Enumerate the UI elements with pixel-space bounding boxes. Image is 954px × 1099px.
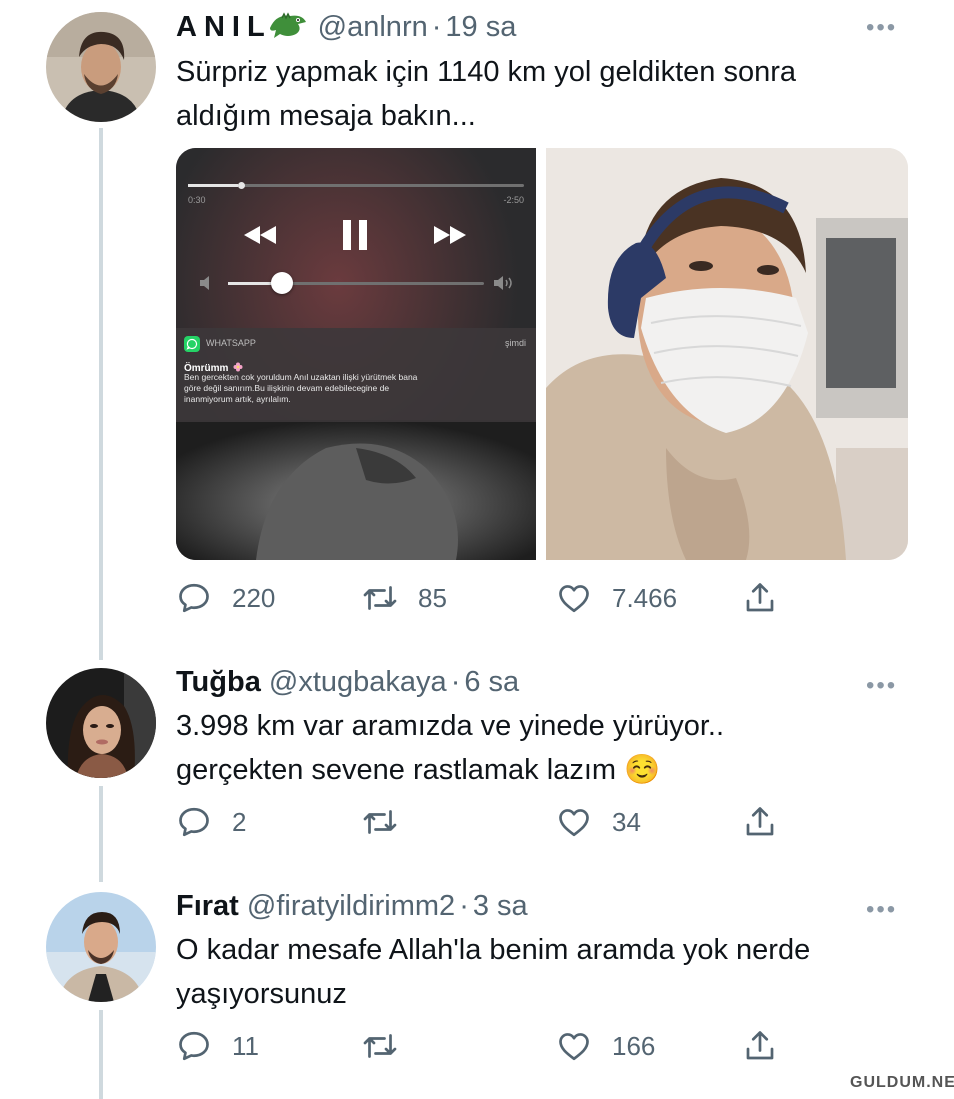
- notification-app: WHATSAPP: [206, 338, 256, 348]
- elapsed-time: 0:30: [188, 195, 206, 205]
- progress-track[interactable]: [188, 182, 524, 189]
- reply-icon: [179, 1031, 209, 1061]
- reply-count: 11: [232, 1030, 259, 1061]
- reply-button[interactable]: 11: [176, 1028, 259, 1064]
- retweet-button[interactable]: 85: [362, 580, 447, 616]
- media-photo[interactable]: [546, 148, 908, 560]
- retweet-button[interactable]: [362, 804, 418, 840]
- watermark: GULDUM.NET: [850, 1074, 954, 1091]
- tweet-actions: 11 166: [176, 1028, 796, 1068]
- display-name[interactable]: Fırat: [176, 890, 239, 922]
- like-count: 34: [612, 806, 641, 837]
- tweet-text-line: aldığım mesaja bakın...: [176, 100, 476, 132]
- timestamp[interactable]: 6 sa: [464, 666, 519, 698]
- tweet-header: Fırat @firatyildirimm2 · 3 sa: [176, 890, 528, 923]
- tweet-text-line: Sürpriz yapmak için 1140 km yol geldikte…: [176, 56, 797, 88]
- pause-icon[interactable]: [343, 220, 367, 250]
- share-button[interactable]: [742, 580, 798, 616]
- like-icon: [559, 1033, 589, 1061]
- tweet-actions: 2 34: [176, 804, 796, 844]
- more-icon[interactable]: •••: [866, 672, 897, 700]
- notification-message-line: göre değil sanırım.Bu ilişkinin devam ed…: [184, 383, 390, 393]
- avatar[interactable]: [46, 892, 156, 1002]
- share-icon: [746, 583, 774, 612]
- reply-button[interactable]: 220: [176, 580, 275, 616]
- tweet-media[interactable]: 0:30 -2:50 WHATSAPP şimdi Ömrümm Ben ger…: [176, 148, 908, 560]
- separator-dot: ·: [450, 666, 461, 698]
- tweet-text-line: yaşıyorsunuz: [176, 978, 347, 1010]
- crocodile-emoji-icon: [268, 8, 308, 48]
- retweet-button[interactable]: [362, 1028, 418, 1064]
- notification-message-line: inanmiyorum artık, ayrılalım.: [184, 394, 291, 404]
- retweet-icon: [363, 586, 397, 610]
- like-button[interactable]: 34: [556, 804, 641, 840]
- volume-low-icon: [200, 276, 209, 290]
- media-divider: [536, 148, 546, 560]
- tweet-text: O kadar mesafe Allah'la benim aramda yok…: [176, 928, 916, 1016]
- like-icon: [559, 585, 589, 613]
- thread-line: [99, 128, 103, 660]
- share-icon: [746, 1031, 774, 1060]
- media-screenshot[interactable]: 0:30 -2:50 WHATSAPP şimdi Ömrümm Ben ger…: [176, 148, 536, 560]
- timestamp[interactable]: 3 sa: [473, 890, 528, 922]
- avatar[interactable]: [46, 668, 156, 778]
- handle[interactable]: @xtugbakaya: [269, 666, 447, 698]
- share-button[interactable]: [742, 804, 798, 840]
- like-count: 166: [612, 1030, 656, 1061]
- notification-message-line: Ben gercekten cok yoruldum Anıl uzaktan …: [184, 372, 418, 382]
- tweet-text-line: O kadar mesafe Allah'la benim aramda yok…: [176, 934, 811, 966]
- selfie-illustration: [546, 148, 908, 560]
- share-icon: [746, 807, 774, 836]
- like-button[interactable]: 7.466: [556, 580, 677, 616]
- separator-dot: ·: [459, 890, 469, 922]
- reply-count: 2: [232, 806, 247, 837]
- reply-icon: [179, 583, 209, 613]
- tweet-text-line: 3.998 km var aramızda ve yinede yürüyor.…: [176, 710, 725, 742]
- like-button[interactable]: 166: [556, 1028, 655, 1064]
- retweet-icon: [363, 810, 397, 834]
- tweet-text: 3.998 km var aramızda ve yinede yürüyor.…: [176, 704, 916, 792]
- whatsapp-notification[interactable]: WHATSAPP şimdi Ömrümm Ben gercekten cok …: [176, 328, 536, 422]
- fast-forward-icon[interactable]: [434, 226, 468, 244]
- whatsapp-icon: [184, 336, 200, 352]
- timestamp[interactable]: 19 sa: [445, 11, 516, 43]
- more-icon[interactable]: •••: [866, 14, 897, 42]
- reply-button[interactable]: 2: [176, 804, 246, 840]
- tweet-text: Sürpriz yapmak için 1140 km yol geldikte…: [176, 50, 916, 138]
- remaining-time: -2:50: [503, 195, 524, 205]
- share-button[interactable]: [742, 1028, 798, 1064]
- tweet-text-line: gerçekten sevene rastlamak lazım ☺️: [176, 754, 661, 786]
- volume-high-icon: [494, 276, 512, 290]
- tweet-actions: 220 85 7.466: [176, 580, 796, 620]
- flower-emoji-icon: [233, 362, 243, 372]
- progress-fill: [188, 184, 239, 187]
- handle[interactable]: @firatyildirimm2: [247, 890, 455, 922]
- retweet-count: 85: [418, 582, 447, 613]
- reply-count: 220: [232, 582, 276, 613]
- reply-icon: [179, 807, 209, 837]
- more-icon[interactable]: •••: [866, 896, 897, 924]
- tweet-header: ANIL @anlnrn · 19 sa: [176, 8, 516, 48]
- like-icon: [559, 809, 589, 837]
- thread-line: [99, 786, 103, 882]
- display-name[interactable]: Tuğba: [176, 666, 261, 698]
- display-name[interactable]: ANIL: [176, 11, 272, 43]
- thread-line: [99, 1010, 103, 1099]
- notification-time: şimdi: [504, 338, 526, 348]
- rewind-icon[interactable]: [244, 226, 278, 244]
- volume-thumb[interactable]: [270, 272, 293, 294]
- tweet-header: Tuğba @xtugbakaya · 6 sa: [176, 666, 519, 699]
- avatar[interactable]: [46, 12, 156, 122]
- retweet-icon: [363, 1034, 397, 1058]
- handle[interactable]: @anlnrn: [318, 11, 428, 43]
- like-count: 7.466: [612, 582, 678, 613]
- separator-dot: ·: [431, 11, 442, 43]
- notification-message: Ben gercekten cok yoruldum Anıl uzaktan …: [184, 372, 417, 405]
- volume-track[interactable]: [228, 272, 484, 294]
